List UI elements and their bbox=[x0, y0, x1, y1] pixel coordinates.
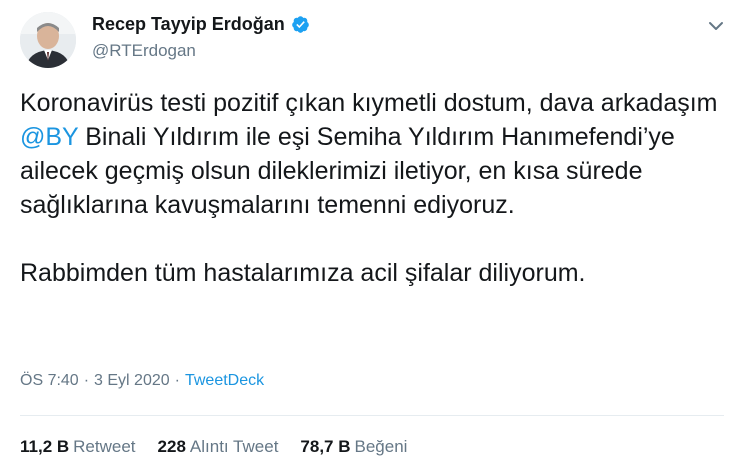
tweet-text-after-mention: Binali Yıldırım ile eşi Semiha Yıldırım … bbox=[20, 123, 675, 219]
quote-tweet-count: 228 bbox=[157, 437, 186, 456]
meta-separator-2: · bbox=[174, 372, 180, 389]
author-handle[interactable]: @RTErdogan bbox=[92, 41, 196, 61]
author-name-row[interactable]: Recep Tayyip Erdoğan bbox=[92, 14, 310, 35]
divider bbox=[20, 415, 724, 416]
meta-separator: · bbox=[83, 372, 90, 389]
tweet-menu-button[interactable] bbox=[704, 14, 728, 38]
avatar[interactable] bbox=[20, 12, 76, 68]
verified-badge-icon bbox=[291, 15, 310, 34]
quote-tweet-label: Alıntı Tweet bbox=[189, 437, 279, 456]
author-name[interactable]: Recep Tayyip Erdoğan bbox=[92, 14, 285, 35]
tweet-stats: 11,2 B Retweet 228 Alıntı Tweet 78,7 B B… bbox=[20, 437, 429, 457]
like-stat[interactable]: 78,7 B Beğeni bbox=[300, 437, 407, 457]
tweet-time[interactable]: ÖS 7:40 bbox=[20, 372, 79, 390]
retweet-stat[interactable]: 11,2 B Retweet bbox=[20, 437, 136, 457]
avatar-image bbox=[20, 12, 76, 68]
mention-link[interactable]: @BY bbox=[20, 123, 78, 151]
like-label: Beğeni bbox=[354, 437, 408, 456]
tweet-source-link[interactable]: TweetDeck bbox=[185, 372, 264, 390]
chevron-down-icon bbox=[709, 22, 723, 30]
tweet-paragraph-2: Rabbimden tüm hastalarımıza acil şifalar… bbox=[20, 259, 586, 287]
tweet-paragraph-1: Koronavirüs testi pozitif çıkan kıymetli… bbox=[20, 86, 720, 222]
retweet-label: Retweet bbox=[73, 437, 136, 456]
retweet-count: 11,2 B bbox=[20, 437, 70, 456]
quote-tweet-stat[interactable]: 228 Alıntı Tweet bbox=[158, 437, 279, 457]
like-count: 78,7 B bbox=[300, 437, 351, 456]
tweet-date[interactable]: 3 Eyl 2020 bbox=[94, 372, 170, 390]
tweet-meta: ÖS 7:40 · 3 Eyl 2020 · TweetDeck bbox=[20, 372, 264, 390]
tweet-text: Koronavirüs testi pozitif çıkan kıymetli… bbox=[20, 86, 720, 290]
tweet-text-before-mention: Koronavirüs testi pozitif çıkan kıymetli… bbox=[20, 89, 718, 117]
